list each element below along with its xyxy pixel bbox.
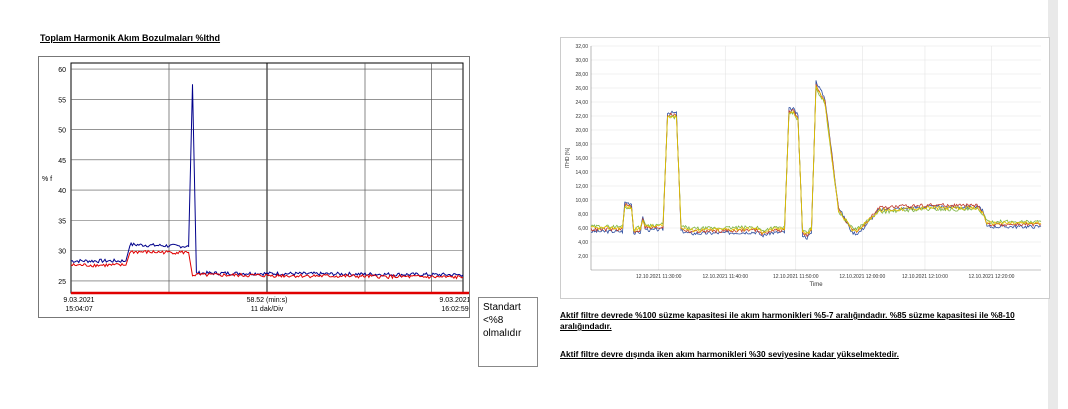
chart2-ytick-label: 2,00: [578, 254, 588, 260]
note-line-3: olmalıdır: [483, 328, 522, 339]
chart2-ytick-label: 30,00: [575, 58, 588, 64]
chart2-ytick-label: 14,00: [575, 170, 588, 176]
chart2-xtick-label: 12.10.2021 12:00:00: [839, 274, 885, 280]
chart2-ytick-label: 22,00: [575, 114, 588, 120]
paragraph-active-filter-on: Aktif filtre devrede %100 süzme kapasite…: [560, 310, 1015, 331]
chart2-xtick-label: 12.10.2021 12:10:00: [902, 274, 948, 280]
chart1-ytick-label: 60: [58, 67, 66, 74]
chart2-xtick-label: 12.10.2021 11:50:00: [773, 274, 819, 280]
chart2-ytick-label: 18,00: [575, 142, 588, 148]
thd-chart-right: 2,00 4,00 6,00 8,00 10,00 12,00 14,00 16,00 18,0…: [565, 44, 1042, 288]
chart1-ytick-label: 45: [58, 158, 66, 165]
chart1-xend-time: 16:02:59: [441, 306, 468, 313]
chart1-xstart-date: 9.03.2021: [63, 297, 94, 304]
chart1-xend-date: 9.03.2021: [439, 297, 469, 304]
chart2-xtick-label: 12.10.2021 11:30:00: [636, 274, 682, 280]
chart2-ytick-label: 26,00: [575, 86, 588, 92]
chart1-xdiv-label: 11 dak/Div: [251, 306, 284, 313]
chart1-xcenter-label: 58.52 (min:s): [247, 297, 288, 304]
note-line-2: <%8: [483, 315, 504, 326]
chart2-ytick-label: 32,00: [575, 44, 588, 50]
chart2-ylabel: ITHD [%]: [565, 147, 571, 168]
chart1-title: Toplam Harmonik Akım Bozulmaları %Ithd: [40, 33, 221, 43]
chart1-ytick-label: 40: [58, 188, 66, 195]
chart2-ytick-label: 24,00: [575, 100, 588, 106]
note-line-1: Standart: [483, 302, 521, 313]
chart2-ytick-label: 20,00: [575, 128, 588, 134]
chart1-xstart-time: 15:04:07: [65, 306, 92, 313]
chart1-ylabel: % f: [42, 176, 52, 183]
chart2-ytick-label: 4,00: [578, 240, 588, 246]
standard-note-box: Standart <%8 olmalıdır: [478, 297, 538, 367]
chart1-ytick-label: 35: [58, 218, 66, 225]
chart1-ytick-label: 30: [58, 249, 66, 256]
chart1-ytick-label: 25: [58, 279, 66, 286]
thd-chart-left: 25 30 35 40 45 50 55 60 % f 9.03.2021 15:04:07 58.5…: [42, 62, 471, 313]
chart2-ytick-label: 10,00: [575, 198, 588, 204]
chart2-ytick-label: 6,00: [578, 226, 588, 232]
chart2-panel: 2,00 4,00 6,00 8,00 10,00 12,00 14,00 16,00 18,0…: [560, 37, 1050, 299]
chart2-ytick-label: 8,00: [578, 212, 588, 218]
chart1-panel: 25 30 35 40 45 50 55 60 % f 9.03.2021 15:04:07 58.5…: [38, 56, 471, 318]
chart2-ytick-label: 12,00: [575, 184, 588, 190]
chart2-xtick-label: 12.10.2021 12:20:00: [969, 274, 1015, 280]
chart2-ytick-label: 28,00: [575, 72, 588, 78]
chart1-ytick-label: 55: [58, 97, 66, 104]
chart2-ytick-label: 16,00: [575, 156, 588, 162]
chart2-xtick-label: 12.10.2021 11:40:00: [703, 274, 749, 280]
chart1-ytick-label: 50: [58, 128, 66, 135]
chart2-xlabel: Time: [809, 282, 823, 288]
paragraph-active-filter-off: Aktif filtre devre dışında iken akım har…: [560, 349, 899, 359]
